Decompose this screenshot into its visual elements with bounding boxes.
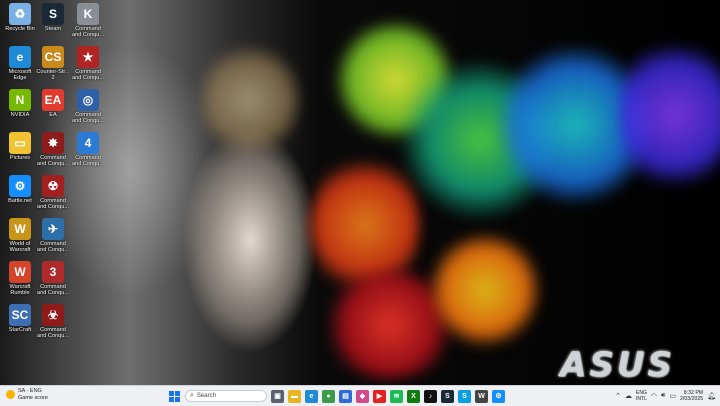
taskbar-search[interactable]: ⌕ Search bbox=[185, 390, 267, 402]
task-view-icon[interactable]: ▣ bbox=[271, 389, 284, 403]
chrome-icon[interactable]: ● bbox=[322, 389, 335, 403]
chevron-up-icon[interactable]: ⌃ bbox=[615, 392, 621, 400]
command-and-conquer-icon: ✸ bbox=[42, 132, 64, 154]
desktop-icon-label: StarCraft bbox=[8, 327, 32, 333]
language-indicator[interactable]: ENG INTL bbox=[636, 390, 647, 402]
desktop-icon-label: World of Warcraft bbox=[9, 241, 31, 254]
wikipedia-icon[interactable]: W bbox=[475, 389, 488, 403]
search-placeholder: Search bbox=[196, 393, 216, 399]
nvidia-icon: N bbox=[9, 89, 31, 111]
wifi-icon[interactable]: ◠ bbox=[651, 392, 657, 400]
spotify-icon[interactable]: ≋ bbox=[390, 389, 403, 403]
desktop-icon-command-and-conquer[interactable]: K Command and Conqu... bbox=[70, 3, 106, 39]
desktop-icon-label: Warcraft Rumble bbox=[9, 284, 31, 297]
desktop-icon-steam[interactable]: S Steam bbox=[35, 3, 71, 32]
command-and-conquer-icon: ☣ bbox=[42, 304, 64, 326]
battlenet-taskbar-icon[interactable]: ⚙ bbox=[492, 389, 505, 403]
desktop-icon-command-and-conquer[interactable]: ✈ Command and Conqu... bbox=[35, 218, 71, 254]
desktop: ASUS ♻ Recycle Bin S Steam K Command and Conq… bbox=[0, 0, 720, 385]
command-and-conquer-icon: ✈ bbox=[42, 218, 64, 240]
command-and-conquer-icon: 3 bbox=[42, 261, 64, 283]
desktop-icon-command-and-conquer[interactable]: ★ Command and Conqu... bbox=[70, 46, 106, 82]
world-of-warcraft-icon: W bbox=[9, 218, 31, 240]
counter-strike-icon: CS bbox=[42, 46, 64, 68]
weather-sun-icon bbox=[6, 390, 15, 399]
battlenet-icon: ⚙ bbox=[9, 175, 31, 197]
desktop-icon-label: Command and Conqu... bbox=[71, 112, 105, 125]
store-icon[interactable]: ▤ bbox=[339, 389, 352, 403]
steam-icon: S bbox=[42, 3, 64, 25]
desktop-icon-label: Command and Conqu... bbox=[71, 69, 105, 82]
desktop-icon-label: Battle.net bbox=[8, 198, 32, 204]
desktop-icon-battlenet[interactable]: ⚙ Battle.net bbox=[2, 175, 38, 204]
network-tray-icon[interactable]: ☁ bbox=[625, 392, 632, 400]
asus-logo: ASUS bbox=[560, 345, 675, 385]
desktop-icon-label: NVIDIA bbox=[10, 112, 30, 118]
taskbar-center: ⌕ Search ▣ ▬ e ● ▤ ◆ ▶ ≋ X ♪ S S W ⚙ bbox=[168, 388, 505, 404]
notification-bell-icon[interactable]: 🔔︎ bbox=[707, 392, 716, 400]
desktop-icon-label: Command and Conqu... bbox=[36, 327, 70, 340]
desktop-icon-ea[interactable]: EA EA bbox=[35, 89, 71, 118]
desktop-icon-label: Command and Conqu... bbox=[71, 26, 105, 39]
wallpaper-art bbox=[0, 0, 720, 385]
taskbar: SA - ENG Game score ⌕ Search ▣ ▬ e ● ▤ ◆ ▶ ≋ X ♪ S… bbox=[0, 385, 720, 406]
desktop-icon-command-and-conquer[interactable]: ✸ Command and Conqu... bbox=[35, 132, 71, 168]
lang-layout: INTL bbox=[636, 396, 647, 402]
command-and-conquer-icon: ★ bbox=[77, 46, 99, 68]
warcraft-rumble-icon: W bbox=[9, 261, 31, 283]
command-and-conquer-icon: ◎ bbox=[77, 89, 99, 111]
battery-icon[interactable]: ▭ bbox=[669, 392, 676, 400]
desktop-icon-nvidia[interactable]: N NVIDIA bbox=[2, 89, 38, 118]
desktop-icon-command-and-conquer[interactable]: ◎ Command and Conqu... bbox=[70, 89, 106, 125]
steam-taskbar-icon[interactable]: S bbox=[441, 389, 454, 403]
tiktok-icon[interactable]: ♪ bbox=[424, 389, 437, 403]
widget-line-2: Game score bbox=[18, 394, 48, 401]
desktop-icon-label: Command and Conqu... bbox=[36, 284, 70, 297]
desktop-icon-label: Steam bbox=[44, 26, 62, 32]
desktop-icon-label: Recycle Bin bbox=[5, 26, 35, 32]
desktop-icon-command-and-conquer[interactable]: 4 Command and Conqu... bbox=[70, 132, 106, 168]
ea-icon: EA bbox=[42, 89, 64, 111]
search-icon: ⌕ bbox=[190, 392, 194, 399]
desktop-icon-label: Command and Conqu... bbox=[36, 198, 70, 211]
desktop-icon-label: Command and Conqu... bbox=[36, 241, 70, 254]
command-and-conquer-icon: 4 bbox=[77, 132, 99, 154]
edge-taskbar-icon[interactable]: e bbox=[305, 389, 318, 403]
starcraft-icon: SC bbox=[9, 304, 31, 326]
desktop-icon-counter-strike[interactable]: CS Counter-Str... 2 bbox=[35, 46, 71, 82]
pictures-folder-icon: ▭ bbox=[9, 132, 31, 154]
desktop-icon-command-and-conquer[interactable]: ☢ Command and Conqu... bbox=[35, 175, 71, 211]
system-tray: ⌃ ☁ ENG INTL ◠ 🔊︎ ▭ 8:32 PM 2/03/2025 🔔︎ bbox=[615, 388, 716, 404]
xbox-icon[interactable]: X bbox=[407, 389, 420, 403]
desktop-icon-starcraft[interactable]: SC StarCraft bbox=[2, 304, 38, 333]
command-and-conquer-icon: K bbox=[77, 3, 99, 25]
windows-logo-icon bbox=[169, 390, 180, 402]
desktop-icon-label: Pictures bbox=[9, 155, 31, 161]
skype-icon[interactable]: S bbox=[458, 389, 471, 403]
news-widget[interactable]: SA - ENG Game score bbox=[6, 388, 48, 401]
clock-date: 2/03/2025 bbox=[680, 396, 704, 402]
desktop-icon-command-and-conquer[interactable]: 3 Command and Conqu... bbox=[35, 261, 71, 297]
desktop-icon-label: Counter-Str... 2 bbox=[36, 69, 70, 82]
command-and-conquer-icon: ☢ bbox=[42, 175, 64, 197]
desktop-icon-warcraft-rumble[interactable]: W Warcraft Rumble bbox=[2, 261, 38, 297]
clock[interactable]: 8:32 PM 2/03/2025 bbox=[680, 390, 703, 403]
desktop-icon-label: Command and Conqu... bbox=[71, 155, 105, 168]
desktop-icon-edge[interactable]: e Microsoft Edge bbox=[2, 46, 38, 82]
volume-icon[interactable]: 🔊︎ bbox=[661, 392, 665, 400]
file-explorer-icon[interactable]: ▬ bbox=[288, 389, 301, 403]
desktop-icon-world-of-warcraft[interactable]: W World of Warcraft bbox=[2, 218, 38, 254]
recycle-bin-icon: ♻ bbox=[9, 3, 31, 25]
start-button[interactable] bbox=[168, 390, 181, 403]
desktop-icon-recycle-bin[interactable]: ♻ Recycle Bin bbox=[2, 3, 38, 32]
youtube-icon[interactable]: ▶ bbox=[373, 389, 386, 403]
photos-icon[interactable]: ◆ bbox=[356, 389, 369, 403]
desktop-icon-label: EA bbox=[49, 112, 57, 118]
desktop-icon-label: Microsoft Edge bbox=[8, 69, 32, 82]
edge-icon: e bbox=[9, 46, 31, 68]
pinned-apps: ▣ ▬ e ● ▤ ◆ ▶ ≋ X ♪ S S W ⚙ bbox=[271, 389, 505, 403]
desktop-icon-label: Command and Conqu... bbox=[36, 155, 70, 168]
desktop-icon-command-and-conquer[interactable]: ☣ Command and Conqu... bbox=[35, 304, 71, 340]
desktop-icon-pictures-folder[interactable]: ▭ Pictures bbox=[2, 132, 38, 161]
